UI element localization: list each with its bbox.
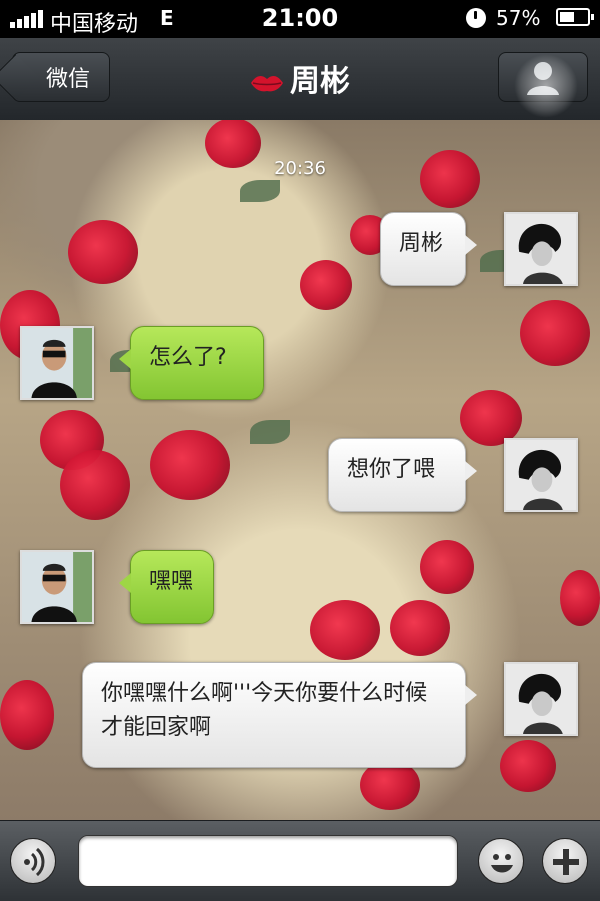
battery-percent: 57% xyxy=(496,6,541,30)
profile-button[interactable] xyxy=(498,52,588,102)
voice-button[interactable] xyxy=(10,838,56,884)
rotation-lock-icon xyxy=(466,8,486,28)
emoji-button[interactable] xyxy=(478,838,524,884)
message-bubble-outgoing[interactable]: 周彬 xyxy=(380,212,477,286)
lips-icon xyxy=(251,75,283,91)
message-input[interactable] xyxy=(78,835,458,887)
my-avatar[interactable] xyxy=(504,438,578,512)
plus-button[interactable] xyxy=(542,838,588,884)
message-timestamp: 20:36 xyxy=(274,158,326,179)
contact-avatar[interactable] xyxy=(20,326,94,400)
message-bubble-outgoing[interactable]: 想你了喂 xyxy=(328,438,477,512)
my-avatar[interactable] xyxy=(504,662,578,736)
back-label: 微信 xyxy=(45,67,90,92)
nav-bar: 微信 周彬 xyxy=(0,38,600,121)
contact-avatar[interactable] xyxy=(20,550,94,624)
voice-icon xyxy=(24,847,45,877)
message-bubble-incoming[interactable]: 怎么了? xyxy=(119,326,264,400)
message-bubble-incoming[interactable]: 嘿嘿 xyxy=(119,550,214,624)
plus-icon xyxy=(553,849,579,875)
battery-icon xyxy=(556,8,594,26)
input-bar xyxy=(0,820,600,901)
person-icon xyxy=(527,62,559,95)
message-bubble-outgoing[interactable]: 你嘿嘿什么啊'''今天你要什么时候才能回家啊 xyxy=(82,662,477,768)
contact-name: 周彬 xyxy=(290,64,350,99)
my-avatar[interactable] xyxy=(504,212,578,286)
status-bar: 中国移动 E 21:00 57% xyxy=(0,0,600,38)
smiley-icon xyxy=(491,854,513,873)
chat-area[interactable]: 20:36 周彬 怎么了? 想你了喂 嘿嘿 你嘿嘿什么啊'''今天你要什么时候才… xyxy=(0,120,600,820)
